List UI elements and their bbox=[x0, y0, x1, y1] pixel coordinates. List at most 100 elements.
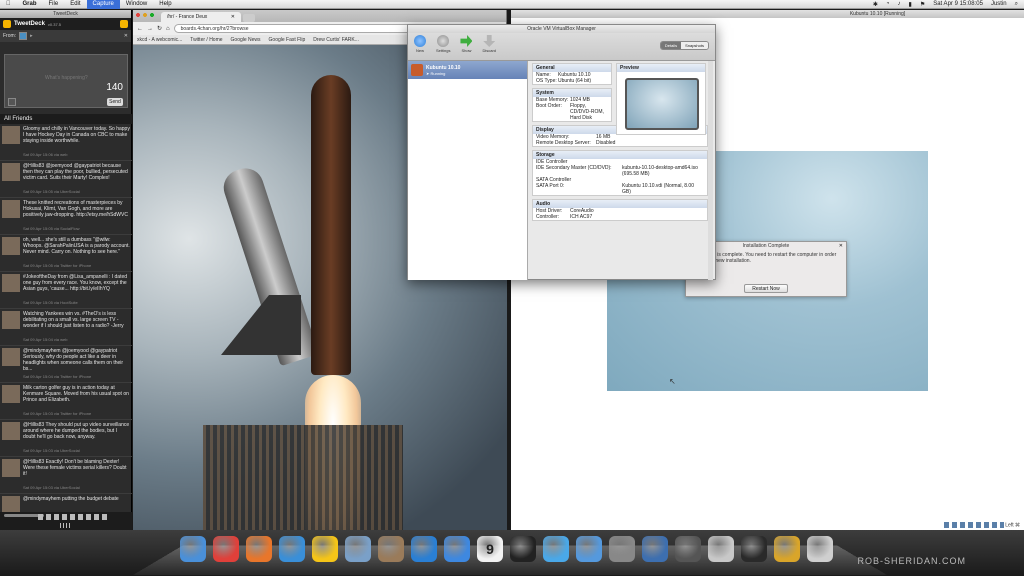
tweet-avatar[interactable] bbox=[2, 126, 20, 144]
virtualbox-icon[interactable] bbox=[642, 536, 668, 562]
snapshots-tab[interactable]: Snapshots bbox=[681, 42, 708, 49]
finder-icon[interactable] bbox=[180, 536, 206, 562]
trash-icon[interactable] bbox=[807, 536, 833, 562]
bluetooth-icon[interactable]: ✱ bbox=[873, 1, 878, 8]
menu-item-edit[interactable]: Edit bbox=[64, 0, 86, 9]
tweet-item[interactable]: @mindymayhem @joemyood @gaypatriot Serio… bbox=[0, 346, 132, 383]
bookmark-item[interactable]: Google News bbox=[231, 37, 261, 43]
tweet-item[interactable]: These knitted recreations of masterpiece… bbox=[0, 198, 132, 235]
menu-item-file[interactable]: File bbox=[43, 0, 65, 9]
quicktime-icon[interactable] bbox=[576, 536, 602, 562]
apple-menu-icon[interactable]:  bbox=[0, 1, 17, 7]
account-avatar[interactable] bbox=[19, 32, 28, 40]
vm-details-pane[interactable]: General Name: Kubuntu 10.10 OS Type: Ubunt… bbox=[530, 61, 710, 280]
ichat-icon[interactable] bbox=[543, 536, 569, 562]
close-compose-icon[interactable]: ✕ bbox=[124, 33, 128, 39]
audio-header[interactable]: Audio bbox=[533, 200, 707, 208]
preview-header[interactable]: Preview bbox=[617, 64, 705, 72]
flag-icon[interactable]: ⚑ bbox=[920, 1, 925, 8]
storage-header[interactable]: Storage bbox=[533, 151, 707, 159]
show-button[interactable]: Show bbox=[460, 35, 473, 53]
tweet-item[interactable]: @Hillis83 Exactly! Don't be blaming Dext… bbox=[0, 457, 132, 494]
home-icon[interactable]: ⌂ bbox=[166, 26, 170, 32]
tweet-item[interactable]: oh, well... she's still a dumbass "@wilw… bbox=[0, 235, 132, 272]
menu-item-grab[interactable]: Grab bbox=[17, 0, 43, 9]
new-vm-button[interactable]: New bbox=[414, 35, 426, 53]
bookmark-item[interactable]: Google Fast Flip bbox=[269, 37, 306, 43]
tweet-avatar[interactable] bbox=[2, 459, 20, 477]
tweet-item[interactable]: Watching Yankees win vs. #TheO's is less… bbox=[0, 309, 132, 346]
vm-device-icons[interactable] bbox=[943, 521, 1004, 528]
tweetdeck-dock-icon[interactable] bbox=[312, 536, 338, 562]
forward-icon[interactable]: → bbox=[147, 26, 153, 32]
menu-item-help[interactable]: Help bbox=[153, 0, 177, 9]
tab-close-icon[interactable]: ✕ bbox=[231, 12, 235, 22]
tweet-avatar[interactable] bbox=[2, 163, 20, 181]
vm-titlebar[interactable]: Kubuntu 10.10 [Running] bbox=[511, 10, 1024, 18]
chrome-icon[interactable] bbox=[213, 536, 239, 562]
tweet-avatar[interactable] bbox=[2, 385, 20, 403]
safari-icon[interactable] bbox=[279, 536, 305, 562]
itunes-icon[interactable] bbox=[411, 536, 437, 562]
details-scrollbar[interactable] bbox=[708, 61, 713, 280]
tweet-item[interactable]: #JokeoftheDay from @Lisa_ampanelli : I d… bbox=[0, 272, 132, 309]
menubar-user[interactable]: Justin bbox=[991, 1, 1007, 7]
tweetdeck-app-name: TweetDeck bbox=[14, 21, 45, 27]
mail-stamp-icon[interactable] bbox=[345, 536, 371, 562]
vbox-titlebar[interactable]: Oracle VM VirtualBox Manager bbox=[408, 25, 715, 33]
script-editor-icon[interactable] bbox=[708, 536, 734, 562]
tweet-item[interactable]: @Hillis83 @joemyood @gaypatriot because … bbox=[0, 161, 132, 198]
menu-item-capture[interactable]: Capture bbox=[86, 0, 120, 9]
tweet-item[interactable]: Milk carton golfer guy is in action toda… bbox=[0, 383, 132, 420]
appstore-icon[interactable] bbox=[444, 536, 470, 562]
tweet-avatar[interactable] bbox=[2, 348, 20, 366]
tweet-item[interactable]: Gloomy and chilly in Vancouver today. So… bbox=[0, 124, 132, 161]
bookmark-item[interactable]: Drew Curtis' FARK... bbox=[313, 37, 359, 43]
preferences-icon[interactable] bbox=[609, 536, 635, 562]
iphoto-icon[interactable] bbox=[378, 536, 404, 562]
discard-button[interactable]: Discard bbox=[482, 35, 496, 53]
notes-icon[interactable] bbox=[774, 536, 800, 562]
send-button[interactable]: Send bbox=[107, 98, 123, 106]
tweet-feed[interactable]: Gloomy and chilly in Vancouver today. So… bbox=[0, 124, 132, 512]
details-tab[interactable]: Details bbox=[660, 42, 682, 49]
tweetdeck-titlebar[interactable]: TweetDeck bbox=[0, 10, 131, 18]
bookmark-item[interactable]: Twitter / Home bbox=[190, 37, 222, 43]
display-icon[interactable] bbox=[675, 536, 701, 562]
back-icon[interactable]: ← bbox=[137, 26, 143, 32]
account-toggle-icon[interactable]: ▸ bbox=[30, 33, 33, 39]
tweet-item[interactable]: @mindymayhem putting the budget debate bbox=[0, 494, 132, 512]
new-tab-button[interactable] bbox=[243, 14, 255, 22]
tweet-avatar[interactable] bbox=[2, 311, 20, 329]
window-controls-icon[interactable] bbox=[136, 13, 156, 18]
tweet-avatar[interactable] bbox=[2, 274, 20, 292]
tab-active[interactable]: /hr/ - France Deux ✕ bbox=[161, 12, 241, 22]
wifi-icon[interactable]: ◔ bbox=[886, 1, 890, 7]
resize-grip-icon[interactable] bbox=[60, 523, 70, 528]
settings-button[interactable]: Settings bbox=[436, 35, 450, 53]
terminal-icon[interactable] bbox=[510, 536, 536, 562]
vm-list-item[interactable]: Kubuntu 10.10 ➤ Running bbox=[408, 61, 527, 79]
tweet-avatar[interactable] bbox=[2, 496, 20, 512]
menubar-clock[interactable]: Sat Apr 9 15:08:05 bbox=[933, 1, 983, 7]
reload-icon[interactable]: ↻ bbox=[157, 25, 162, 32]
tweet-avatar[interactable] bbox=[2, 237, 20, 255]
general-header[interactable]: General bbox=[533, 64, 611, 72]
attach-icon[interactable] bbox=[8, 98, 16, 106]
spotlight-icon[interactable]: ⌕ bbox=[1015, 1, 1018, 8]
add-column-icon[interactable] bbox=[120, 20, 128, 28]
ical-icon[interactable]: 9 bbox=[477, 536, 503, 562]
bottom-toolbar-icons[interactable] bbox=[38, 514, 110, 520]
activity-monitor-icon[interactable] bbox=[741, 536, 767, 562]
tweet-avatar[interactable] bbox=[2, 422, 20, 440]
menu-item-window[interactable]: Window bbox=[120, 0, 153, 9]
tweet-avatar[interactable] bbox=[2, 200, 20, 218]
dialog-close-icon[interactable]: ✕ bbox=[839, 243, 843, 249]
tweet-item[interactable]: @Hillis83 They should put up video surve… bbox=[0, 420, 132, 457]
volume-icon[interactable]: ♪ bbox=[898, 1, 901, 7]
system-header[interactable]: System bbox=[533, 89, 611, 97]
firefox-icon[interactable] bbox=[246, 536, 272, 562]
battery-icon[interactable]: ▮ bbox=[909, 1, 912, 8]
bookmark-item[interactable]: xkcd - A webcomic... bbox=[137, 37, 182, 43]
restart-now-button[interactable]: Restart Now bbox=[744, 284, 788, 293]
